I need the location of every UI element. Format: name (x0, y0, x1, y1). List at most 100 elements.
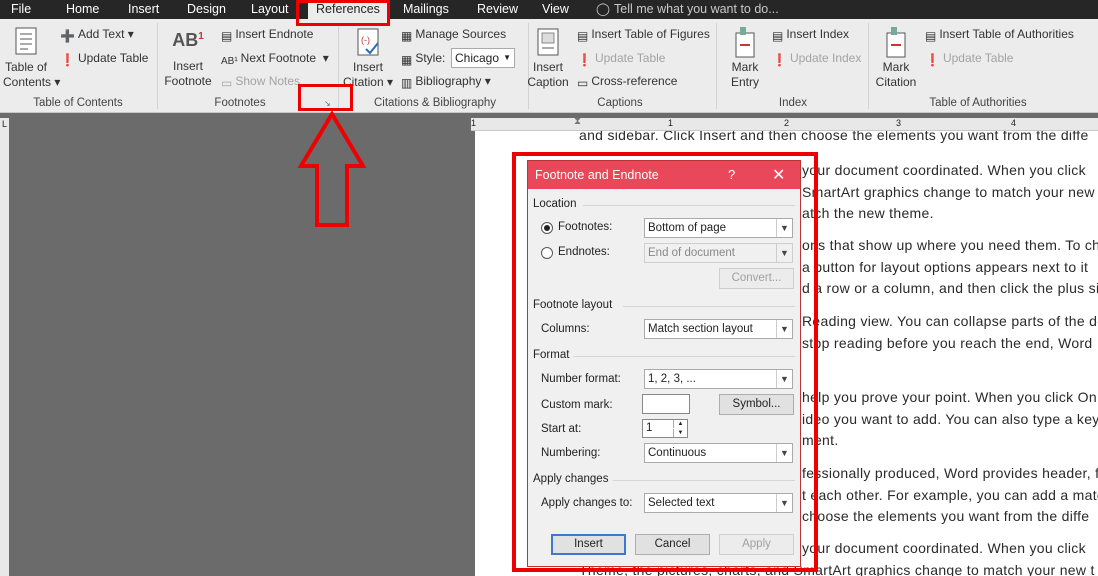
cancel-button[interactable]: Cancel (635, 534, 710, 555)
page-text-line: a button for layout options appears next… (802, 259, 1089, 275)
mark-citation-label-1: Mark (882, 60, 910, 74)
next-footnote-icon: AB¹ (221, 56, 238, 67)
tab-file[interactable]: File (11, 0, 31, 19)
mark-entry-button[interactable]: Mark Entry (723, 27, 767, 90)
insert-footnote-button[interactable]: AB1 Insert Footnote (162, 29, 214, 89)
chevron-down-icon: ▼ (776, 494, 792, 512)
start-at-value: 1 (646, 422, 653, 434)
page-text-line: your document coordinated. When you clic… (802, 540, 1086, 556)
numbering-value: Continuous (648, 447, 707, 459)
manage-sources-icon: ▦ (401, 29, 413, 43)
footnotes-label: Footnotes: (558, 221, 613, 233)
citation-style-select[interactable]: Chicago ▼ (451, 48, 515, 68)
dialog-title-bar[interactable]: Footnote and Endnote ? ✕ (528, 161, 800, 189)
footnotes-radio[interactable] (541, 222, 553, 234)
insert-caption-button[interactable]: Insert Caption (526, 27, 570, 90)
endnotes-position-value: End of document (648, 247, 735, 259)
style-label: ▦ Style: (401, 51, 446, 67)
page-text-line: d a row or a column, and then click the … (802, 280, 1098, 296)
insert-endnote-button[interactable]: ▤ Insert Endnote (221, 27, 313, 44)
table-of-figures-icon: ▤ (577, 29, 589, 43)
chevron-down-icon: ▼ (776, 370, 792, 388)
section-divider (613, 480, 795, 481)
tab-review[interactable]: Review (477, 0, 518, 19)
mark-citation-icon (886, 27, 906, 58)
page-text-line: choose the elements you want from the di… (802, 508, 1090, 524)
tell-me-text: Tell me what you want to do... (614, 2, 779, 16)
update-authorities-table-button[interactable]: ❗ Update Table (925, 51, 1013, 68)
table-of-contents-button[interactable]: Table of Contents ▾ (3, 27, 60, 90)
insert-table-of-authorities-button[interactable]: ▤ Insert Table of Authorities (925, 27, 1074, 44)
insert-index-button[interactable]: ▤ Insert Index (772, 27, 849, 44)
group-label-toc: Table of Contents (33, 97, 123, 109)
update-toc-button[interactable]: ❗ Update Table (60, 51, 148, 68)
apply-to-select[interactable]: Selected text ▼ (644, 493, 793, 513)
bibliography-button[interactable]: ▥ Bibliography ▾ (401, 74, 491, 91)
tab-mailings[interactable]: Mailings (403, 0, 449, 19)
ruler-corner[interactable]: L (0, 118, 9, 130)
insert-table-of-figures-button[interactable]: ▤ Insert Table of Figures (577, 27, 710, 44)
footnote-endnote-dialog: Footnote and Endnote ? ✕ Location Footno… (527, 160, 801, 567)
group-label-captions: Captions (597, 97, 643, 109)
update-index-icon: ❗ (772, 53, 787, 67)
mark-citation-button[interactable]: Mark Citation (872, 27, 920, 90)
table-of-contents-icon (15, 27, 37, 55)
ruler-number: 1 (471, 118, 477, 128)
footnotes-dialog-launcher[interactable]: ↘ (324, 99, 334, 109)
spin-up-icon[interactable]: ▲ (673, 420, 687, 428)
tab-home[interactable]: Home (66, 0, 99, 19)
tab-references[interactable]: References (308, 0, 388, 19)
cross-reference-button[interactable]: ▭ Cross-reference (577, 74, 677, 91)
insert-caption-label-2: Caption (527, 75, 569, 89)
spin-down-icon[interactable]: ▼ (673, 429, 687, 437)
page-text-line: and sidebar. Click Insert and then choos… (579, 131, 1089, 143)
insert-citation-button[interactable]: (-) Insert Citation ▾ (342, 27, 394, 90)
symbol-button[interactable]: Symbol... (719, 394, 794, 415)
page-text-line: atch the new theme. (802, 205, 934, 221)
page-text-line: Reading view. You can collapse parts of … (802, 313, 1098, 329)
convert-button[interactable]: Convert... (719, 268, 794, 289)
show-notes-button[interactable]: ▭ Show Notes (221, 74, 300, 91)
vertical-ruler (0, 130, 9, 576)
endnotes-radio[interactable] (541, 247, 553, 259)
apply-button[interactable]: Apply (719, 534, 794, 555)
custom-mark-input[interactable] (642, 394, 690, 414)
page-text-line: SmartArt graphics change to match your n… (802, 184, 1098, 200)
ruler-number: 1 (668, 118, 674, 128)
tab-layout[interactable]: Layout (251, 0, 289, 19)
section-footnote-layout: Footnote layout (533, 299, 613, 311)
page-text-line: your document coordinated. When you clic… (802, 162, 1086, 178)
columns-select[interactable]: Match section layout ▼ (644, 319, 793, 339)
tab-design[interactable]: Design (187, 0, 226, 19)
next-footnote-button[interactable]: AB¹ Next Footnote ▾ (221, 51, 329, 69)
update-table-icon: ❗ (925, 53, 940, 67)
insert-caption-label-1: Insert (532, 60, 563, 74)
chevron-down-icon: ▼ (776, 219, 792, 237)
numbering-select[interactable]: Continuous ▼ (644, 443, 793, 463)
mark-citation-label-2: Citation (875, 75, 917, 89)
number-format-select[interactable]: 1, 2, 3, ... ▼ (644, 369, 793, 389)
help-icon[interactable]: ? (728, 167, 735, 182)
tab-view[interactable]: View (542, 0, 569, 19)
indent-marker-icon[interactable]: ⧗ (574, 116, 581, 127)
ruler-number: 4 (1011, 118, 1017, 128)
insert-button[interactable]: Insert (551, 534, 626, 555)
citation-style-value: Chicago (455, 51, 500, 65)
manage-sources-button[interactable]: ▦ Manage Sources (401, 27, 506, 44)
horizontal-ruler[interactable]: 1 ⧗ 1 2 3 4 (471, 116, 1098, 131)
start-at-stepper[interactable]: 1 ▲ ▼ (642, 419, 688, 438)
tab-insert[interactable]: Insert (128, 0, 159, 19)
update-index-button[interactable]: ❗ Update Index (772, 51, 861, 68)
add-text-button[interactable]: ➕ Add Text ▾ (60, 27, 134, 44)
endnotes-position-select[interactable]: End of document ▼ (644, 243, 793, 263)
footnotes-position-select[interactable]: Bottom of page ▼ (644, 218, 793, 238)
chevron-down-icon: ▼ (776, 320, 792, 338)
apply-to-label: Apply changes to: (541, 497, 633, 509)
tell-me-box[interactable]: ◯ Tell me what you want to do... (596, 0, 779, 19)
close-icon[interactable]: ✕ (772, 165, 785, 185)
apply-to-value: Selected text (648, 497, 715, 509)
section-apply-changes: Apply changes (533, 473, 609, 485)
table-of-authorities-icon: ▤ (925, 29, 937, 43)
section-format: Format (533, 349, 570, 361)
update-figures-table-button[interactable]: ❗ Update Table (577, 51, 665, 68)
